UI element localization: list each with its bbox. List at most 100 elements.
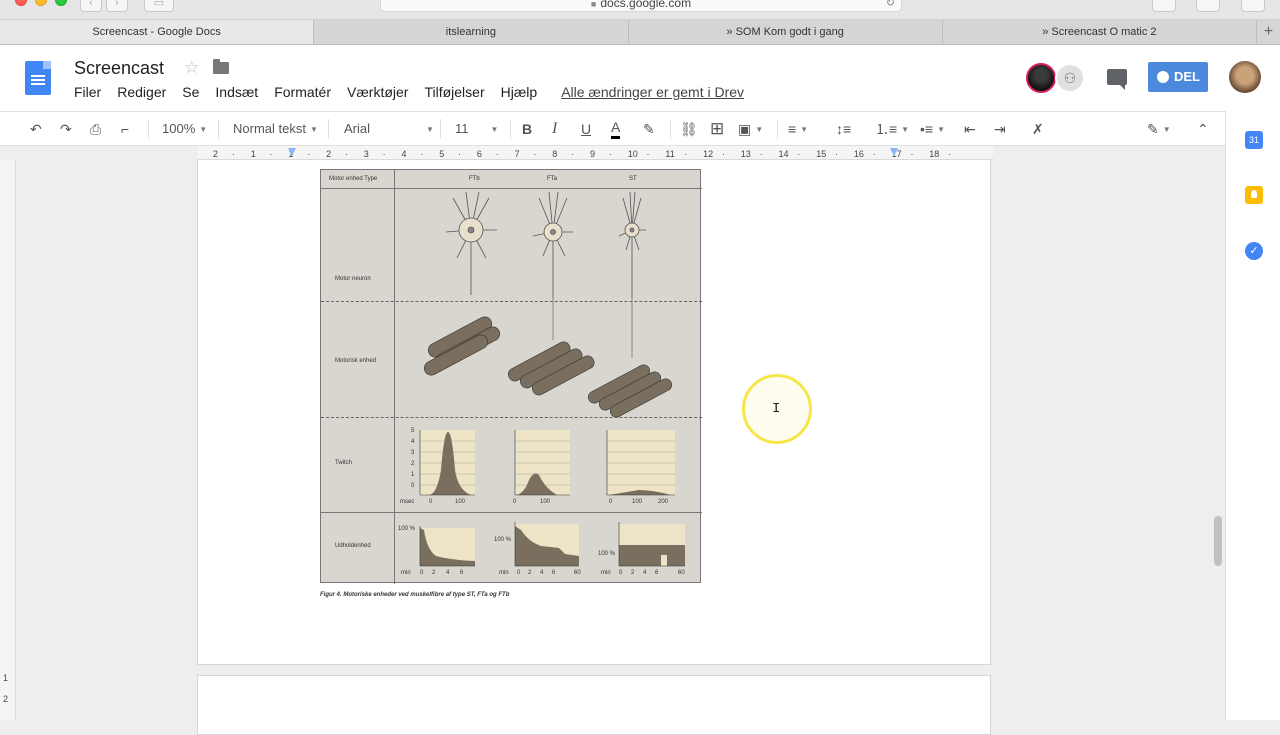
align-icon[interactable]: ≡ ▼ [788,119,808,139]
menu-view[interactable]: Se [182,84,199,100]
horizontal-ruler[interactable]: 2 · 1 · 1 · 2 · 3 · 4 · 5 · 6 · 7 · 8 · 9 · 10 · 11 · 12 · 13 · 14 · 15 ·… [198,146,993,160]
print-icon[interactable]: ⎙ [90,119,101,139]
account-avatar[interactable] [1229,61,1261,93]
editing-mode-icon[interactable]: ✎ ▼ [1147,119,1171,139]
figure-divider [321,512,702,513]
ruler-tick-mark: · [269,149,273,159]
vertical-scrollbar[interactable] [1214,516,1222,566]
italic-button[interactable]: I [552,119,557,139]
endurance-x-tick: 6 [552,570,556,576]
ruler-tick-mark: · [646,149,650,159]
menu-format[interactable]: Formatér [274,84,331,100]
decrease-indent-icon[interactable]: ⇤ [964,119,976,139]
keep-icon[interactable] [1245,186,1263,204]
document-page[interactable]: Motor enhed Type FTb FTa ST Motor neuron… [197,160,991,665]
ruler-tick-mark: · [608,149,612,159]
insert-comment-icon[interactable]: ⊞ [710,119,724,139]
font-select[interactable]: Arial ▼ [344,119,434,139]
share-button[interactable]: DEL [1148,62,1208,92]
bold-button[interactable]: B [522,119,532,139]
numbered-list-icon[interactable]: ⒈≡ ▼ [875,119,909,139]
link-icon[interactable]: ⛓ [680,119,698,139]
bulleted-list-icon[interactable]: •≡ ▼ [920,119,945,139]
docs-logo-icon[interactable] [25,61,51,95]
twitch-x-tick: 100 [455,499,466,505]
zoom-value: 100% [162,121,196,136]
minimize-window-button[interactable] [35,0,47,6]
line-spacing-icon[interactable]: ↕≡ [836,119,851,139]
document-title[interactable]: Screencast [74,58,164,79]
menu-addons[interactable]: Tilføjelser [424,84,484,100]
sidebar-toggle-icon[interactable]: ▭ [144,0,174,12]
collaborators-icon[interactable]: ⚇ [1055,63,1085,93]
endurance-graph-fta [514,522,579,567]
paragraph-style-select[interactable]: Normal tekst ▼ [233,119,318,139]
underline-button[interactable]: U [581,119,591,139]
comment-icon[interactable] [1107,69,1127,90]
twitch-x-tick: 100 [632,499,643,505]
twitch-x-tick: 0 [513,499,517,505]
close-window-button[interactable] [15,0,27,6]
menu-edit[interactable]: Rediger [117,84,166,100]
twitch-graph-fta [514,430,570,496]
increase-indent-icon[interactable]: ⇥ [994,119,1006,139]
ruler-label: 2 [326,149,332,159]
downloads-icon[interactable] [1152,0,1176,12]
font-size-select[interactable]: 11 ▼ [455,119,498,139]
forward-icon[interactable]: › [106,0,128,12]
back-icon[interactable]: ‹ [80,0,102,12]
tasks-icon[interactable]: ✓ [1245,242,1263,260]
reload-icon[interactable]: ↻ [886,0,895,11]
save-status-link[interactable]: Alle ændringer er gemt i Drev [561,84,744,100]
endurance-y-label: 100 % [598,551,616,557]
maximize-window-button[interactable] [55,0,67,6]
formatting-toolbar: ↶ ↷ ⎙ ⌐ 100% ▼ Normal tekst ▼ Arial ▼ 11 ▼ B… [0,111,1225,146]
figure-row-label: Udholdenhed [335,543,371,549]
calendar-icon[interactable]: 31 [1245,131,1263,149]
browser-tab[interactable]: itslearning [313,20,627,44]
endurance-x-unit: min [601,570,611,576]
folder-icon[interactable] [213,59,229,74]
muscle-fiber-figure[interactable]: Motor enhed Type FTb FTa ST Motor neuron… [320,169,702,584]
figure-divider [321,301,702,302]
collapse-menu-icon[interactable]: ⌃ [1197,119,1209,139]
ruler-label: 9 [590,149,596,159]
share-page-icon[interactable] [1196,0,1220,12]
neuron-st [618,191,646,298]
menu-help[interactable]: Hjælp [501,84,538,100]
address-bar[interactable]: ■ docs.google.com ↻ [380,0,902,12]
undo-icon[interactable]: ↶ [30,119,42,139]
browser-tab[interactable]: » SOM Kom godt i gang [627,20,942,44]
lock-icon: ■ [590,0,597,9]
text-color-button[interactable]: A [611,119,621,139]
endurance-x-unit: min [499,570,509,576]
address-bar-text: docs.google.com [600,0,692,10]
highlight-color-icon[interactable]: ✎ [643,119,655,139]
ruler-label: 7 [514,149,520,159]
paint-format-icon[interactable]: ⌐ [121,119,129,139]
endurance-graph-ftb [419,526,475,567]
twitch-y-tick: 0 [411,483,415,489]
document-page-next[interactable] [197,675,991,735]
new-tab-button[interactable]: + [1256,20,1280,44]
redo-icon[interactable]: ↷ [60,119,72,139]
clear-formatting-icon[interactable]: ✗ [1032,119,1044,139]
menu-file[interactable]: Filer [74,84,101,100]
twitch-x-tick: 0 [429,499,433,505]
figure-caption[interactable]: Figur 4. Motoriske enheder ved muskelfib… [320,592,509,598]
menu-tools[interactable]: Værktøjer [347,84,408,100]
endurance-x-tick: 2 [528,570,532,576]
ruler-label: 2 [213,149,219,159]
star-icon[interactable]: ☆ [184,58,199,78]
paragraph-style-value: Normal tekst [233,121,306,136]
tabs-overview-icon[interactable] [1241,0,1265,12]
menu-insert[interactable]: Indsæt [215,84,258,100]
browser-tab[interactable]: Screencast - Google Docs [0,20,314,44]
collaborator-avatar[interactable] [1026,63,1056,93]
insert-image-icon[interactable]: ▣ ▼ [738,119,763,139]
zoom-select[interactable]: 100% ▼ [162,119,207,139]
ruler-tick-mark: · [571,149,575,159]
browser-tab[interactable]: » Screencast O matic 2 [941,20,1256,44]
twitch-y-tick: 2 [411,461,415,467]
twitch-x-tick: 0 [609,499,613,505]
